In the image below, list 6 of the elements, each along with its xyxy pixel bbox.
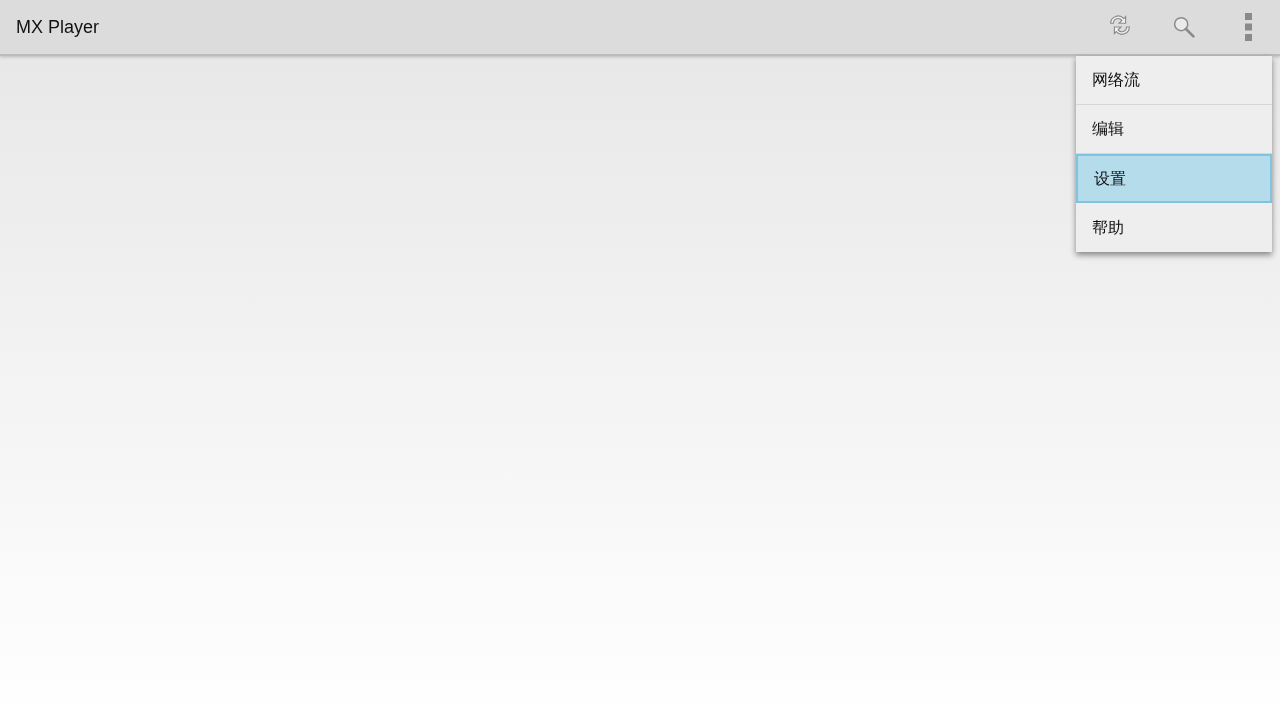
- menu-item[interactable]: 设置: [1076, 154, 1272, 203]
- app-title: MX Player: [16, 15, 100, 39]
- overflow-icon: [1244, 13, 1252, 41]
- menu-item[interactable]: 帮助: [1076, 203, 1272, 252]
- menu-item[interactable]: 网络流: [1076, 56, 1272, 105]
- menu-item[interactable]: 编辑: [1076, 105, 1272, 154]
